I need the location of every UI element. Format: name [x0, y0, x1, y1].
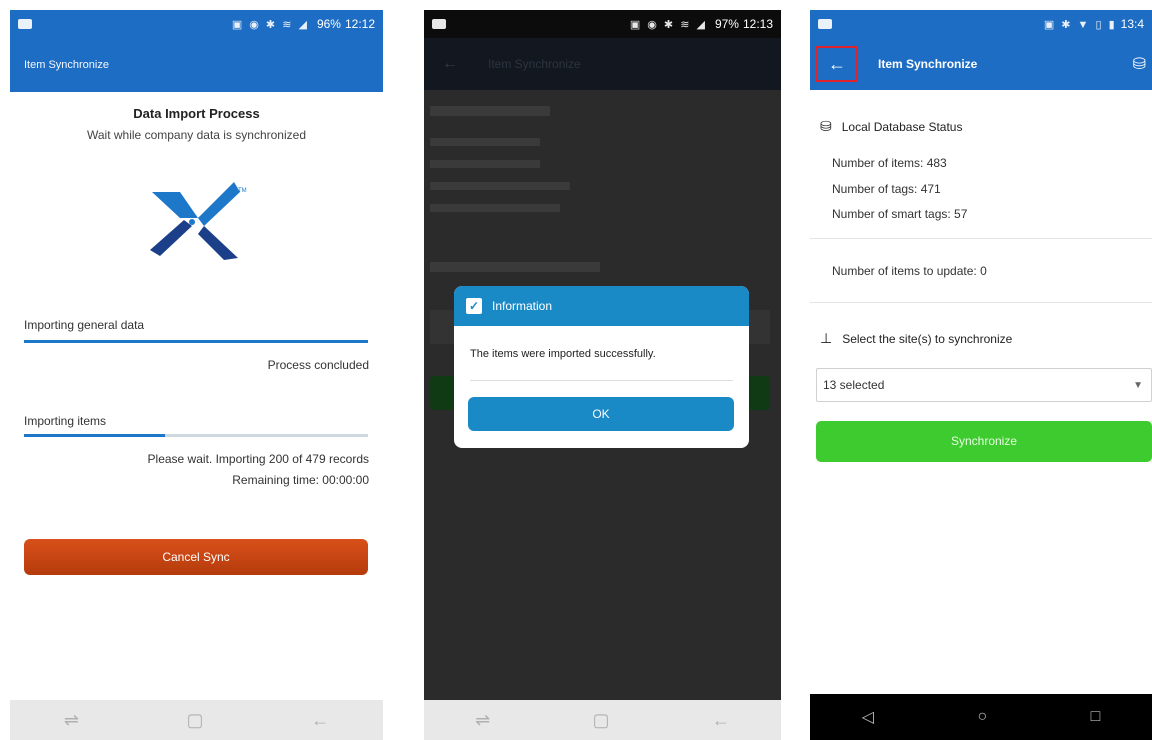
- import-heading: Data Import Process: [133, 106, 260, 121]
- app-bar: Item Synchronize: [10, 38, 383, 92]
- phone-local-database-status: ▣ ✱ ▼ ▯ ▮ 13:4 ← Item Synchronize ⛁ ⛁ Lo…: [810, 10, 1152, 740]
- status-icons: ▣ ◉ ✱ ≋ ◢: [231, 18, 309, 31]
- battery-level: 97%: [714, 17, 739, 31]
- general-data-progress-fill: [24, 340, 368, 343]
- general-data-progress: [24, 340, 368, 343]
- checkbox-icon: ✓: [466, 298, 482, 314]
- back-icon[interactable]: ←: [712, 710, 730, 731]
- database-icon: ⛁: [820, 118, 832, 134]
- home-icon[interactable]: ▢: [187, 710, 204, 731]
- divider: [810, 238, 1152, 239]
- status-bar: ▣ ◉ ✱ ≋ ◢ 96% 12:12: [10, 10, 383, 38]
- back-arrow-icon: ←: [442, 55, 458, 72]
- page-title: Item Synchronize: [488, 57, 581, 71]
- local-db-heading: Local Database Status: [841, 119, 963, 134]
- dimmed-line: [430, 160, 540, 168]
- dialog-message: The items were imported successfully.: [470, 348, 656, 360]
- back-icon[interactable]: ←: [311, 710, 329, 731]
- dimmed-line: [430, 182, 570, 190]
- phone-import-progress: ▣ ◉ ✱ ≋ ◢ 96% 12:12 Item Synchronize Dat…: [10, 10, 383, 740]
- dimmed-line: [430, 138, 540, 146]
- import-subheading: Wait while company data is synchronized: [87, 128, 306, 142]
- database-icon[interactable]: ⛁: [1133, 54, 1146, 74]
- recent-apps-icon[interactable]: ⇌: [475, 710, 490, 731]
- dimmed-heading: [430, 106, 550, 116]
- battery-level: 96%: [316, 17, 341, 31]
- home-icon[interactable]: ▢: [593, 710, 610, 731]
- dialog-divider: [470, 380, 733, 381]
- recent-apps-icon[interactable]: ⇌: [64, 710, 79, 731]
- tags-count: Number of tags: 471: [832, 182, 941, 196]
- notification-icon: [18, 19, 32, 29]
- dimmed-line: [430, 204, 560, 212]
- back-arrow-icon: ←: [828, 53, 846, 74]
- items-progress: [24, 434, 368, 437]
- recent-apps-square-icon[interactable]: □: [1091, 708, 1101, 726]
- app-bar: ← Item Synchronize ⛁: [810, 38, 1152, 90]
- divider: [810, 302, 1152, 303]
- cancel-sync-button[interactable]: Cancel Sync: [24, 539, 368, 575]
- items-to-update: Number of items to update: 0: [832, 264, 987, 278]
- sites-select[interactable]: 13 selected ▼: [816, 368, 1152, 402]
- home-circle-icon[interactable]: ○: [977, 708, 987, 726]
- phone-import-success-dialog: ▣ ◉ ✱ ≋ ◢ 97% 12:13 ← Item Synchronize ✓…: [424, 10, 781, 740]
- items-count: Number of items: 483: [832, 156, 947, 170]
- status-icons: ▣ ◉ ✱ ≋ ◢: [629, 18, 707, 31]
- status-bar: ▣ ◉ ✱ ≋ ◢ 97% 12:13: [424, 10, 781, 38]
- synchronize-button[interactable]: Synchronize: [816, 421, 1152, 462]
- sites-selected-value: 13 selected: [823, 378, 885, 392]
- general-data-label: Importing general data: [24, 318, 145, 332]
- dimmed-heading: [430, 262, 600, 272]
- items-progress-fill: [24, 434, 166, 437]
- company-logo: TM: [150, 182, 247, 260]
- sites-section-header: ⊥ Select the site(s) to synchronize: [820, 330, 1012, 347]
- ok-button[interactable]: OK: [468, 397, 734, 431]
- clock: 12:12: [344, 17, 375, 31]
- remaining-time: Remaining time: 00:00:00: [232, 473, 369, 487]
- system-nav-bar: ⇌ ▢ ←: [424, 700, 781, 740]
- dropdown-arrow-icon: ▼: [1133, 379, 1143, 391]
- clock: 12:13: [742, 17, 773, 31]
- page-title: Item Synchronize: [878, 57, 978, 71]
- back-button[interactable]: ←: [816, 46, 858, 82]
- clock: 13:4: [1120, 17, 1144, 31]
- status-bar: ▣ ✱ ▼ ▯ ▮ 13:4: [810, 10, 1152, 38]
- items-label: Importing items: [24, 414, 107, 428]
- system-nav-bar: ⇌ ▢ ←: [10, 700, 383, 740]
- dialog-title: Information: [492, 299, 553, 313]
- information-dialog: ✓ Information The items were imported su…: [454, 286, 749, 448]
- page-title: Item Synchronize: [24, 59, 109, 71]
- app-bar: ← Item Synchronize: [424, 38, 781, 90]
- sites-heading: Select the site(s) to synchronize: [842, 331, 1013, 346]
- items-status: Please wait. Importing 200 of 479 record…: [147, 452, 369, 466]
- general-data-status: Process concluded: [267, 358, 369, 372]
- system-nav-bar: ◁ ○ □: [810, 694, 1152, 740]
- smart-tags-count: Number of smart tags: 57: [832, 207, 968, 221]
- sitemap-icon: ⊥: [820, 330, 833, 346]
- back-triangle-icon[interactable]: ◁: [862, 707, 874, 727]
- status-icons: ▣ ✱ ▼ ▯ ▮: [1043, 18, 1117, 31]
- local-db-section-header: ⛁ Local Database Status: [820, 118, 962, 135]
- dialog-header: ✓ Information: [454, 286, 749, 326]
- notification-icon: [818, 19, 832, 29]
- notification-icon: [432, 19, 446, 29]
- svg-text:TM: TM: [238, 188, 247, 194]
